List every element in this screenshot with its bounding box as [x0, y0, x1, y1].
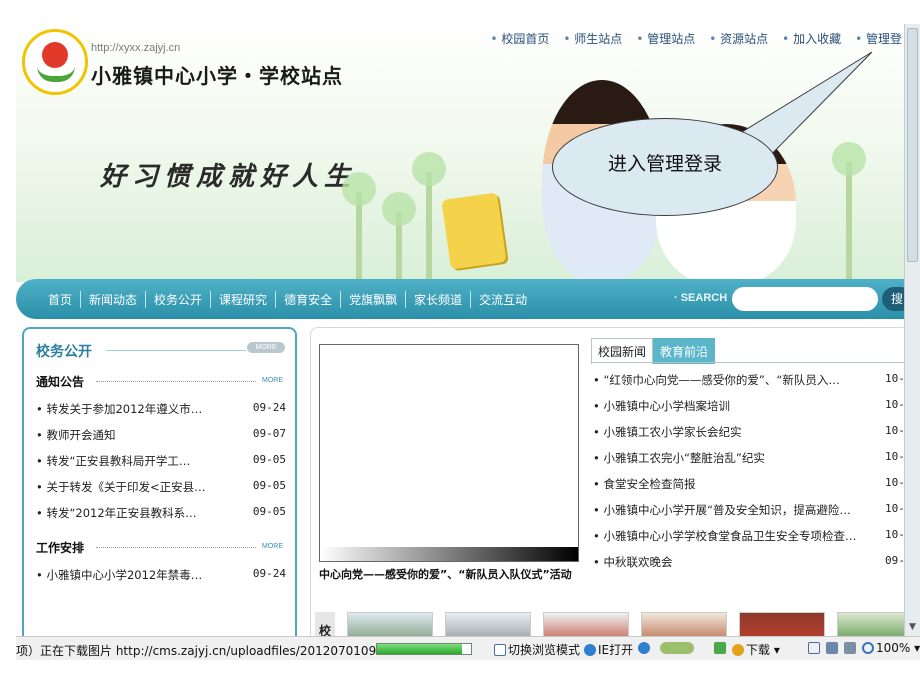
- news-title[interactable]: 小雅镇工农小学家长会纪实: [593, 424, 877, 440]
- item-title[interactable]: 关于转发《关于印发<正安县…: [36, 479, 205, 495]
- news-date: 10-: [885, 476, 904, 489]
- divider: [96, 381, 256, 382]
- news-title[interactable]: 小雅镇中心小学学校食堂食品卫生安全专项检查…: [593, 528, 877, 544]
- section-heading-notices: 通知公告: [36, 375, 85, 389]
- news-item[interactable]: 中秋联欢晚会 09-: [593, 554, 904, 570]
- news-date: 10-: [885, 398, 904, 411]
- news-title[interactable]: 小雅镇工农完小“整脏治乱”纪实: [593, 450, 877, 466]
- page-icon[interactable]: [808, 641, 822, 655]
- news-tabs: 校园新闻 教育前沿: [591, 338, 716, 364]
- item-title[interactable]: 教师开会通知: [36, 427, 115, 443]
- security-icon[interactable]: [638, 641, 652, 655]
- download-button[interactable]: 下载 ▾: [732, 641, 780, 658]
- photo-slideshow[interactable]: [319, 344, 579, 562]
- zoom-icon: [862, 642, 874, 654]
- item-title[interactable]: 小雅镇中心小学2012年禁毒…: [36, 567, 202, 583]
- webpage-screenshot: http://xyxx.zajyj.cn 小雅镇中心小学・学校站点 校园首页 师…: [16, 24, 904, 636]
- tab-campus-news[interactable]: 校园新闻: [591, 338, 654, 364]
- item-title[interactable]: 转发“正安县教科局开学工…: [36, 453, 190, 469]
- ie-open-label: IE打开: [598, 643, 634, 657]
- news-title[interactable]: 中秋联欢晚会: [593, 554, 877, 570]
- ie-icon: [584, 644, 596, 656]
- news-item[interactable]: 小雅镇工农完小“整脏治乱”纪实 10-: [593, 450, 904, 466]
- zoom-control[interactable]: 100% ▾: [862, 641, 920, 655]
- download-label: 下载: [746, 643, 771, 657]
- refresh-icon[interactable]: [714, 641, 728, 655]
- status-text: 项）正在下载图片 http://cms.zajyj.cn/uploadfiles…: [16, 644, 419, 658]
- more-button[interactable]: MORE: [247, 342, 285, 353]
- news-title[interactable]: 小雅镇中心小学开展“普及安全知识，提高避险…: [593, 502, 877, 518]
- switch-mode-label: 切换浏览模式: [508, 643, 581, 657]
- photo-thumbnail-strip: 校: [311, 604, 904, 636]
- photo-thumbnail[interactable]: [347, 612, 433, 636]
- news-date: 10-: [885, 502, 904, 515]
- print-icon[interactable]: [826, 641, 840, 655]
- item-date: 09-05: [252, 505, 286, 518]
- list-item[interactable]: 转发“正安县教科局开学工… 09-05: [36, 453, 286, 469]
- callout-bubble: 进入管理登录: [552, 118, 778, 216]
- news-item[interactable]: 小雅镇中心小学档案培训 10-: [593, 398, 904, 414]
- callout-text: 进入管理登录: [607, 153, 722, 175]
- slideshow-caption[interactable]: 中心向党——感受你的爱”、“新队员入队仪式”活动: [319, 566, 581, 582]
- news-title[interactable]: “红领巾心向党——感受你的爱”、“新队员入…: [593, 372, 877, 388]
- list-item[interactable]: 小雅镇中心小学2012年禁毒… 09-24: [36, 567, 286, 583]
- photo-thumbnail[interactable]: [641, 612, 727, 636]
- news-item[interactable]: 食堂安全检查简报 10-: [593, 476, 904, 492]
- panel-title: 校务公开: [36, 344, 92, 360]
- browser-status-bar: 项）正在下载图片 http://cms.zajyj.cn/uploadfiles…: [16, 636, 920, 660]
- item-date: 09-07: [252, 427, 286, 440]
- photo-thumbnail[interactable]: [543, 612, 629, 636]
- divider: [96, 547, 256, 548]
- download-progress-bar: [376, 643, 472, 655]
- item-title[interactable]: 转发“2012年正安县教科系…: [36, 505, 196, 521]
- item-date: 09-24: [252, 567, 286, 580]
- news-date: 09-: [885, 554, 904, 567]
- divider: [106, 350, 246, 351]
- toggle-icon[interactable]: [660, 641, 696, 655]
- item-title[interactable]: 转发关于参加2012年遵义市…: [36, 401, 202, 417]
- section-heading-work: 工作安排: [36, 541, 85, 555]
- item-date: 09-24: [252, 401, 286, 414]
- list-item[interactable]: 转发关于参加2012年遵义市… 09-24: [36, 401, 286, 417]
- news-item[interactable]: 小雅镇工农小学家长会纪实 10-: [593, 424, 904, 440]
- news-item[interactable]: 小雅镇中心小学开展“普及安全知识，提高避险… 10-: [593, 502, 904, 518]
- school-affairs-panel: 校务公开 MORE 通知公告 MORE 转发关于参加2012年遵义市… 09-24…: [22, 327, 297, 636]
- speaker-icon[interactable]: [844, 641, 858, 655]
- notices-more-link[interactable]: MORE: [262, 377, 283, 384]
- news-title[interactable]: 食堂安全检查简报: [593, 476, 877, 492]
- thumb-strip-label: 校: [315, 612, 335, 636]
- photo-thumbnail[interactable]: [445, 612, 531, 636]
- work-more-link[interactable]: MORE: [262, 543, 283, 550]
- news-item[interactable]: “红领巾心向党——感受你的爱”、“新队员入… 10-: [593, 372, 904, 388]
- download-icon: [732, 644, 744, 656]
- tab-education-frontier[interactable]: 教育前沿: [653, 338, 716, 364]
- item-date: 09-05: [252, 453, 286, 466]
- news-title[interactable]: 小雅镇中心小学档案培训: [593, 398, 877, 414]
- list-item[interactable]: 关于转发《关于印发<正安县… 09-05: [36, 479, 286, 495]
- zoom-level: 100%: [876, 641, 911, 655]
- photo-thumbnail[interactable]: [837, 612, 904, 636]
- news-panel: 中心向党——感受你的爱”、“新队员入队仪式”活动 校园新闻 教育前沿 “红领巾心…: [310, 327, 904, 636]
- news-date: 10-: [885, 372, 904, 385]
- list-item[interactable]: 教师开会通知 09-07: [36, 427, 286, 443]
- news-item[interactable]: 小雅镇中心小学学校食堂食品卫生安全专项检查… 10-: [593, 528, 904, 544]
- window-icon: [494, 644, 506, 656]
- list-item[interactable]: 转发“2012年正安县教科系… 09-05: [36, 505, 286, 521]
- vertical-scrollbar[interactable]: ▼: [904, 24, 920, 636]
- photo-thumbnail[interactable]: [739, 612, 825, 636]
- scroll-down-icon[interactable]: ▼: [907, 622, 918, 634]
- item-date: 09-05: [252, 479, 286, 492]
- news-date: 10-: [885, 528, 904, 541]
- news-date: 10-: [885, 424, 904, 437]
- switch-mode-button[interactable]: 切换浏览模式: [494, 641, 580, 658]
- divider: [591, 362, 904, 363]
- scrollbar-thumb[interactable]: [907, 28, 918, 262]
- ie-open-button[interactable]: IE打开: [584, 641, 633, 658]
- news-date: 10-: [885, 450, 904, 463]
